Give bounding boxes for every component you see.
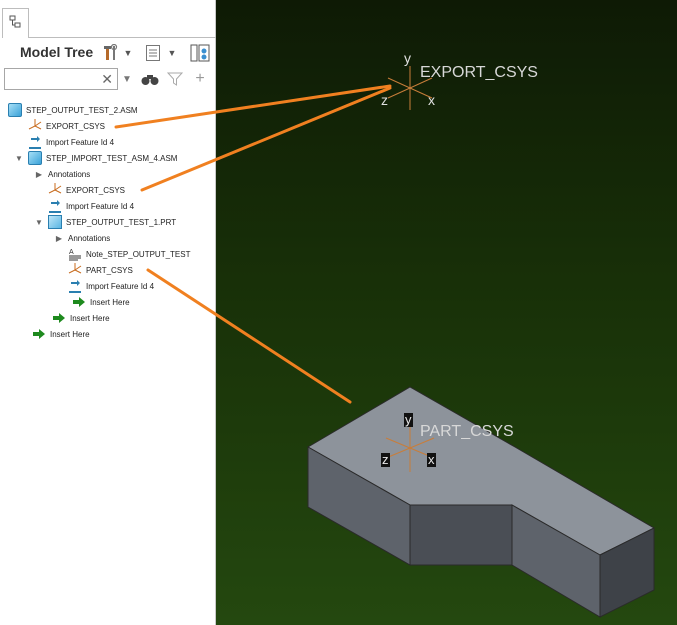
collapse-caret-icon[interactable]: ▼ <box>34 218 44 227</box>
tree-item-import-feature[interactable]: Import Feature Id 4 <box>68 278 154 294</box>
tree-item-export-csys[interactable]: EXPORT_CSYS <box>28 118 105 134</box>
tree-item-step-import-test-asm-4[interactable]: ▼ STEP_IMPORT_TEST_ASM_4.ASM <box>14 150 177 166</box>
tree-item-insert-here[interactable]: Insert Here <box>52 310 110 326</box>
model-tree-panel: Model Tree ▼ ▼ ✕ ▼ + STEP_OUTPUT_TEST_2.… <box>0 0 216 625</box>
assembly-icon <box>28 151 42 165</box>
csys-icon <box>28 119 42 130</box>
tree-item-label: Insert Here <box>70 313 110 323</box>
settings-tools-button[interactable] <box>100 42 122 64</box>
search-dropdown[interactable]: ▼ <box>120 68 134 90</box>
import-feature-icon <box>29 136 41 149</box>
tree-item-label: Insert Here <box>90 297 130 307</box>
tree-item-label: Import Feature Id 4 <box>86 281 155 291</box>
part-geometry <box>307 386 656 618</box>
tree-item-label: Import Feature Id 4 <box>46 137 115 147</box>
search-input[interactable]: ✕ <box>4 68 118 90</box>
tree-hierarchy-icon <box>9 15 21 28</box>
part-csys-x-label: x <box>427 452 436 467</box>
tree-columns-icon <box>190 44 210 62</box>
collapse-caret-icon[interactable]: ▼ <box>14 154 24 163</box>
tree-item-label: Note_STEP_OUTPUT_TEST <box>86 249 191 259</box>
part-csys-z-label: z <box>381 452 390 467</box>
model-tree-tab[interactable] <box>2 8 29 38</box>
tree-item-label: PART_CSYS <box>86 265 133 275</box>
graphics-viewport[interactable]: y x z EXPORT_CSYS y x z PART_CSYS <box>216 0 677 625</box>
settings-dropdown[interactable]: ▼ <box>122 42 134 64</box>
tree-item-label: Insert Here <box>50 329 90 339</box>
part-icon <box>48 215 62 229</box>
export-csys-label: EXPORT_CSYS <box>420 64 538 81</box>
tree-item-export-csys[interactable]: EXPORT_CSYS <box>48 182 125 198</box>
tree-item-step-output-test-1-prt[interactable]: ▼ STEP_OUTPUT_TEST_1.PRT <box>34 214 176 230</box>
tree-item-note[interactable]: A Note_STEP_OUTPUT_TEST <box>68 246 190 262</box>
tree-item-label: STEP_OUTPUT_TEST_1.PRT <box>66 217 177 227</box>
csys-icon <box>68 263 82 274</box>
filter-button[interactable] <box>166 68 184 90</box>
tree-item-step-output-test-2-asm[interactable]: STEP_OUTPUT_TEST_2.ASM <box>8 102 138 118</box>
expand-caret-icon[interactable]: ▶ <box>54 234 64 243</box>
export-csys-x-label: x <box>428 92 435 108</box>
show-options-button[interactable] <box>142 42 164 64</box>
tree-item-label: STEP_OUTPUT_TEST_2.ASM <box>26 105 138 115</box>
tree-item-import-feature[interactable]: Import Feature Id 4 <box>48 198 134 214</box>
export-csys-y-label: y <box>404 50 411 66</box>
insert-arrow-icon <box>53 313 65 323</box>
insert-arrow-icon <box>33 329 45 339</box>
csys-icon <box>48 183 62 194</box>
tree-item-label: Annotations <box>48 169 91 179</box>
binoculars-icon <box>141 75 159 85</box>
import-feature-icon <box>49 200 61 213</box>
tree-item-label: STEP_IMPORT_TEST_ASM_4.ASM <box>46 153 178 163</box>
expand-caret-icon[interactable]: ▶ <box>34 170 44 179</box>
tree-item-import-feature[interactable]: Import Feature Id 4 <box>28 134 114 150</box>
tree-item-insert-here[interactable]: Insert Here <box>32 326 90 342</box>
tree-item-label: EXPORT_CSYS <box>46 121 105 131</box>
note-icon: A <box>69 249 81 261</box>
filter-funnel-icon <box>167 72 183 86</box>
caret-down-icon: ▼ <box>122 73 132 85</box>
tab-divider <box>29 37 216 38</box>
assembly-icon <box>8 103 22 117</box>
hammer-wrench-icon <box>104 44 118 60</box>
tree-columns-button[interactable] <box>188 42 212 64</box>
svg-text:A: A <box>69 249 74 256</box>
caret-down-icon: ▼ <box>167 48 177 58</box>
tree-item-insert-here[interactable]: Insert Here <box>72 294 130 310</box>
tree-item-part-csys[interactable]: PART_CSYS <box>68 262 133 278</box>
plus-icon: + <box>195 70 205 87</box>
list-document-icon <box>146 45 160 61</box>
caret-down-icon: ▼ <box>123 48 133 58</box>
export-csys-z-label: z <box>381 92 388 108</box>
part-csys-label: PART_CSYS <box>420 423 514 440</box>
tree-item-label: Annotations <box>68 233 111 243</box>
tree-item-label: Import Feature Id 4 <box>66 201 135 211</box>
tree-item-label: EXPORT_CSYS <box>66 185 125 195</box>
find-button[interactable] <box>140 68 160 90</box>
tree-item-annotations[interactable]: ▶ Annotations <box>54 230 110 246</box>
tree-item-annotations[interactable]: ▶ Annotations <box>34 166 90 182</box>
clear-icon[interactable]: ✕ <box>101 71 113 87</box>
part-csys-y-label: y <box>404 412 413 427</box>
panel-title: Model Tree <box>20 44 94 60</box>
add-button[interactable]: + <box>192 68 208 90</box>
insert-arrow-icon <box>73 297 85 307</box>
show-dropdown[interactable]: ▼ <box>166 42 178 64</box>
import-feature-icon <box>69 280 81 293</box>
